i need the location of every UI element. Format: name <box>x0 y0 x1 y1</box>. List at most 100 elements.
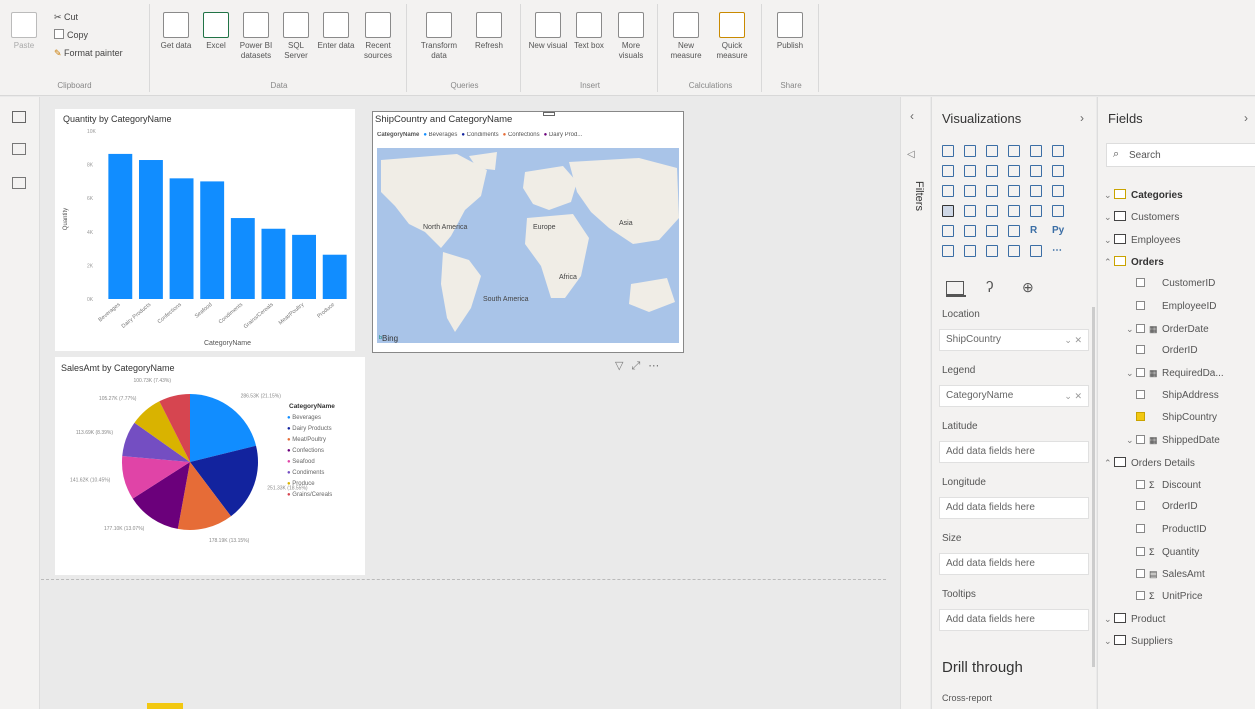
expand-chevron-icon[interactable]: ⌄ <box>1104 633 1114 649</box>
field-row[interactable]: Σ Quantity <box>1126 544 1199 560</box>
waterfall-visual-icon[interactable] <box>942 185 954 197</box>
pie-legend-item[interactable]: ● Meat/Poultry <box>287 437 365 448</box>
more-visual-icon[interactable]: ⋯ <box>1052 245 1064 257</box>
field-checkbox[interactable] <box>1136 501 1145 511</box>
focus-mode-icon[interactable]: ⤢ <box>631 360 648 372</box>
bar-grains-cereals[interactable] <box>261 228 286 299</box>
expand-chevron-icon[interactable]: ⌄ <box>1126 321 1136 337</box>
line-clustered-visual-icon[interactable] <box>1030 165 1042 177</box>
card-visual-icon[interactable] <box>1030 205 1042 217</box>
paste-button[interactable]: Paste <box>4 12 44 51</box>
field-row[interactable]: ShipCountry <box>1126 410 1217 426</box>
field-table-row[interactable]: ⌄ Product <box>1104 611 1165 627</box>
field-row[interactable]: ProductID <box>1126 522 1206 538</box>
shape-map-visual-icon[interactable] <box>986 205 998 217</box>
field-row[interactable]: OrderID <box>1126 499 1198 515</box>
slicer-visual-icon[interactable] <box>964 225 976 237</box>
field-table-row[interactable]: ⌃ Orders <box>1104 254 1164 270</box>
more-visuals-button[interactable]: More visuals <box>611 12 651 61</box>
bar-condiments[interactable] <box>230 218 255 299</box>
field-table-row[interactable]: ⌄ Categories <box>1104 187 1183 203</box>
field-table-row[interactable]: ⌃ Orders Details <box>1104 455 1195 471</box>
field-row[interactable]: ⌄ ▦ ShippedDate <box>1126 432 1220 448</box>
field-table-row[interactable]: ⌄ Employees <box>1104 232 1180 248</box>
field-checkbox[interactable] <box>1136 479 1145 489</box>
page-tab-indicator[interactable] <box>147 703 183 709</box>
expand-chevron-icon[interactable]: ⌄ <box>1104 611 1114 627</box>
field-row[interactable]: ▤ SalesAmt <box>1126 566 1205 582</box>
bar-meat-poultry[interactable] <box>292 234 317 299</box>
field-checkbox[interactable] <box>1136 345 1145 355</box>
bar-chart-visual[interactable]: Quantity by CategoryName 10K 8K 6K 4K 2K 0K Be… <box>55 109 355 351</box>
field-checkbox[interactable] <box>1136 569 1145 579</box>
field-checkbox[interactable] <box>1136 278 1145 288</box>
excel-button[interactable]: Excel <box>196 12 236 51</box>
bar-dairy-products[interactable] <box>138 160 163 299</box>
map-visual-icon[interactable] <box>942 205 954 217</box>
treemap-visual-icon[interactable] <box>1052 185 1064 197</box>
pie-legend-item[interactable]: ● Produce <box>287 481 365 492</box>
more-options-icon[interactable]: ⋯ <box>648 360 667 372</box>
enter-data-button[interactable]: Enter data <box>316 12 356 51</box>
field-checkbox[interactable] <box>1136 300 1145 310</box>
expand-chevron-icon[interactable]: ⌄ <box>1104 232 1114 248</box>
pie-legend-item[interactable]: ● Condiments <box>287 470 365 481</box>
sql-server-button[interactable]: SQL Server <box>276 12 316 61</box>
field-checkbox[interactable] <box>1136 389 1145 399</box>
filter-icon[interactable]: ▽ <box>615 360 631 372</box>
multi-row-card-visual-icon[interactable] <box>1052 205 1064 217</box>
field-checkbox[interactable] <box>1136 435 1145 445</box>
field-row[interactable]: ShipAddress <box>1126 388 1219 404</box>
well-location[interactable]: ShipCountry ⌄ ✕ <box>939 329 1089 351</box>
funnel-visual-icon[interactable] <box>964 185 976 197</box>
field-checkbox[interactable] <box>1136 412 1145 421</box>
vis-scrollbar[interactable] <box>1092 307 1095 667</box>
narrative-visual-icon[interactable] <box>1008 245 1020 257</box>
remove-field-icon[interactable]: ⌄ ✕ <box>1064 386 1082 406</box>
key-influencers-visual-icon[interactable] <box>942 245 954 257</box>
bar-confections[interactable] <box>169 178 194 299</box>
stacked-column-visual-icon[interactable] <box>964 145 976 157</box>
power-bi-datasets-button[interactable]: Power BI datasets <box>236 12 276 61</box>
filled-map-visual-icon[interactable] <box>964 205 976 217</box>
expand-chevron-icon[interactable]: ⌃ <box>1104 455 1114 471</box>
fields-collapse-icon[interactable]: › <box>1244 111 1248 125</box>
get-data-button[interactable]: Get data <box>156 12 196 51</box>
map-visual[interactable]: ShipCountry and CategoryName CategoryNam… <box>372 111 684 353</box>
area-visual-icon[interactable] <box>964 165 976 177</box>
map-legend-item[interactable]: ● Dairy Prod... <box>544 132 583 138</box>
quick-measure-button[interactable]: Quick measure <box>712 12 752 61</box>
clustered-column-visual-icon[interactable] <box>1008 145 1020 157</box>
recent-sources-button[interactable]: Recent sources <box>358 12 398 61</box>
resize-handle-top[interactable] <box>543 112 555 116</box>
pie-legend-item[interactable]: ● Grains/Cereals <box>287 492 365 503</box>
gauge-visual-icon[interactable] <box>1008 205 1020 217</box>
well-longitude[interactable]: Add data fields here <box>939 497 1089 519</box>
bar-beverages[interactable] <box>108 153 133 299</box>
pie-chart-visual[interactable]: SalesAmt by CategoryName 286.53K (21.15%… <box>55 357 365 575</box>
new-visual-button[interactable]: New visual <box>528 12 568 51</box>
field-row[interactable]: Σ Discount <box>1126 477 1201 493</box>
field-row[interactable]: CustomerID <box>1126 276 1215 292</box>
map-legend-item[interactable]: ● Beverages <box>423 132 457 138</box>
pie-legend-item[interactable]: ● Beverages <box>287 415 365 426</box>
field-checkbox[interactable] <box>1136 323 1145 333</box>
copy-button[interactable]: Copy <box>54 28 88 42</box>
stacked-area-visual-icon[interactable] <box>986 165 998 177</box>
expand-chevron-icon[interactable]: ‹ <box>910 109 914 123</box>
stacked-bar-visual-icon[interactable] <box>942 145 954 157</box>
well-size[interactable]: Add data fields here <box>939 553 1089 575</box>
field-checkbox[interactable] <box>1136 546 1145 556</box>
field-row[interactable]: ⌄ ▦ OrderDate <box>1126 321 1209 337</box>
pie-legend-item[interactable]: ● Seafood <box>287 459 365 470</box>
pie-legend-item[interactable]: ● Dairy Products <box>287 426 365 437</box>
report-view-icon[interactable] <box>12 111 26 123</box>
field-row[interactable]: ⌄ ▦ RequiredDa... <box>1126 365 1224 381</box>
field-checkbox[interactable] <box>1136 591 1145 601</box>
new-measure-button[interactable]: New measure <box>666 12 706 61</box>
table-visual-icon[interactable] <box>986 225 998 237</box>
decomposition-visual-icon[interactable] <box>964 245 976 257</box>
expand-chevron-icon[interactable]: ⌃ <box>1104 254 1114 270</box>
qa-visual-icon[interactable] <box>986 245 998 257</box>
r-script-visual-icon[interactable]: R <box>1030 225 1042 237</box>
